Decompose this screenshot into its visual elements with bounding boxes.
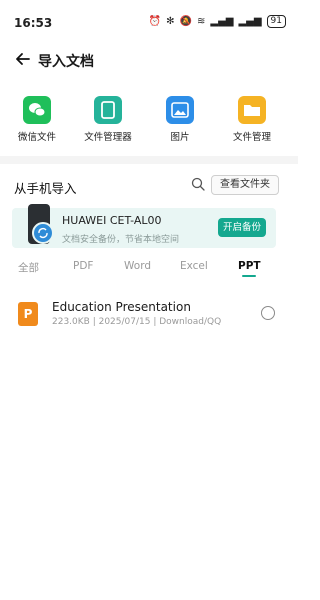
ppt-file-icon: P: [18, 302, 38, 326]
status-time: 16:53: [14, 16, 53, 30]
enable-backup-button[interactable]: 开启备份: [218, 218, 266, 237]
vibrate-icon: ✻: [166, 16, 175, 27]
file-list-item[interactable]: P Education Presentation 223.0KB | 2025/…: [0, 296, 298, 332]
view-folder-button[interactable]: 查看文件夹: [211, 175, 279, 195]
search-icon[interactable]: [191, 177, 205, 191]
backup-banner: HUAWEI CET-AL00 文档安全备份，节省本地空间 开启备份: [12, 204, 276, 248]
alarm-icon: ⏰: [148, 16, 162, 27]
wifi-icon: ≋: [197, 16, 206, 27]
back-arrow-icon[interactable]: [14, 50, 32, 68]
tab-pdf[interactable]: PDF: [73, 260, 93, 272]
mute-icon: 🔕: [179, 16, 192, 27]
device-name: HUAWEI CET-AL00: [62, 214, 162, 227]
phone-icon: [28, 204, 54, 244]
header: 导入文档: [0, 46, 298, 74]
file-meta: 223.0KB | 2025/07/15 | Download/QQ: [52, 317, 222, 327]
signal-icon-2: ▂▄▆: [238, 16, 262, 27]
sync-icon: [32, 222, 54, 244]
status-icons: ⏰ ✻ 🔕 ≋ ▂▄▆ ▂▄▆ 91: [149, 15, 286, 28]
wechat-icon: [23, 96, 51, 124]
active-tab-indicator: [242, 275, 256, 277]
page-title: 导入文档: [38, 54, 94, 70]
file-type-tabs: 全部 PDF Word Excel PPT: [0, 258, 298, 280]
file-manager-icon: [94, 96, 122, 124]
import-sources: 微信文件 文件管理器 图片 文件管理: [0, 96, 298, 146]
tab-word[interactable]: Word: [124, 260, 151, 272]
section-title: 从手机导入: [14, 181, 77, 196]
source-label: 文件管理: [232, 132, 271, 143]
source-file-manage[interactable]: 文件管理: [220, 96, 284, 143]
source-label: 文件管理器: [84, 132, 132, 143]
status-bar: 16:53 ⏰ ✻ 🔕 ≋ ▂▄▆ ▂▄▆ 91: [0, 0, 298, 30]
source-label: 图片: [170, 132, 190, 143]
source-label: 微信文件: [17, 132, 56, 143]
section-divider: [0, 156, 298, 164]
file-name: Education Presentation: [52, 300, 191, 314]
source-images[interactable]: 图片: [148, 96, 212, 143]
source-file-manager[interactable]: 文件管理器: [76, 96, 140, 143]
source-wechat[interactable]: 微信文件: [5, 96, 69, 143]
image-icon: [166, 96, 194, 124]
battery-indicator: 91: [266, 15, 286, 28]
tab-all[interactable]: 全部: [18, 260, 39, 275]
tab-ppt[interactable]: PPT: [238, 260, 261, 272]
signal-icon: ▂▄▆: [210, 16, 234, 27]
tab-excel[interactable]: Excel: [180, 260, 208, 272]
folder-icon: [238, 96, 266, 124]
file-select-radio[interactable]: [261, 306, 275, 320]
device-subtitle: 文档安全备份，节省本地空间: [62, 235, 180, 245]
